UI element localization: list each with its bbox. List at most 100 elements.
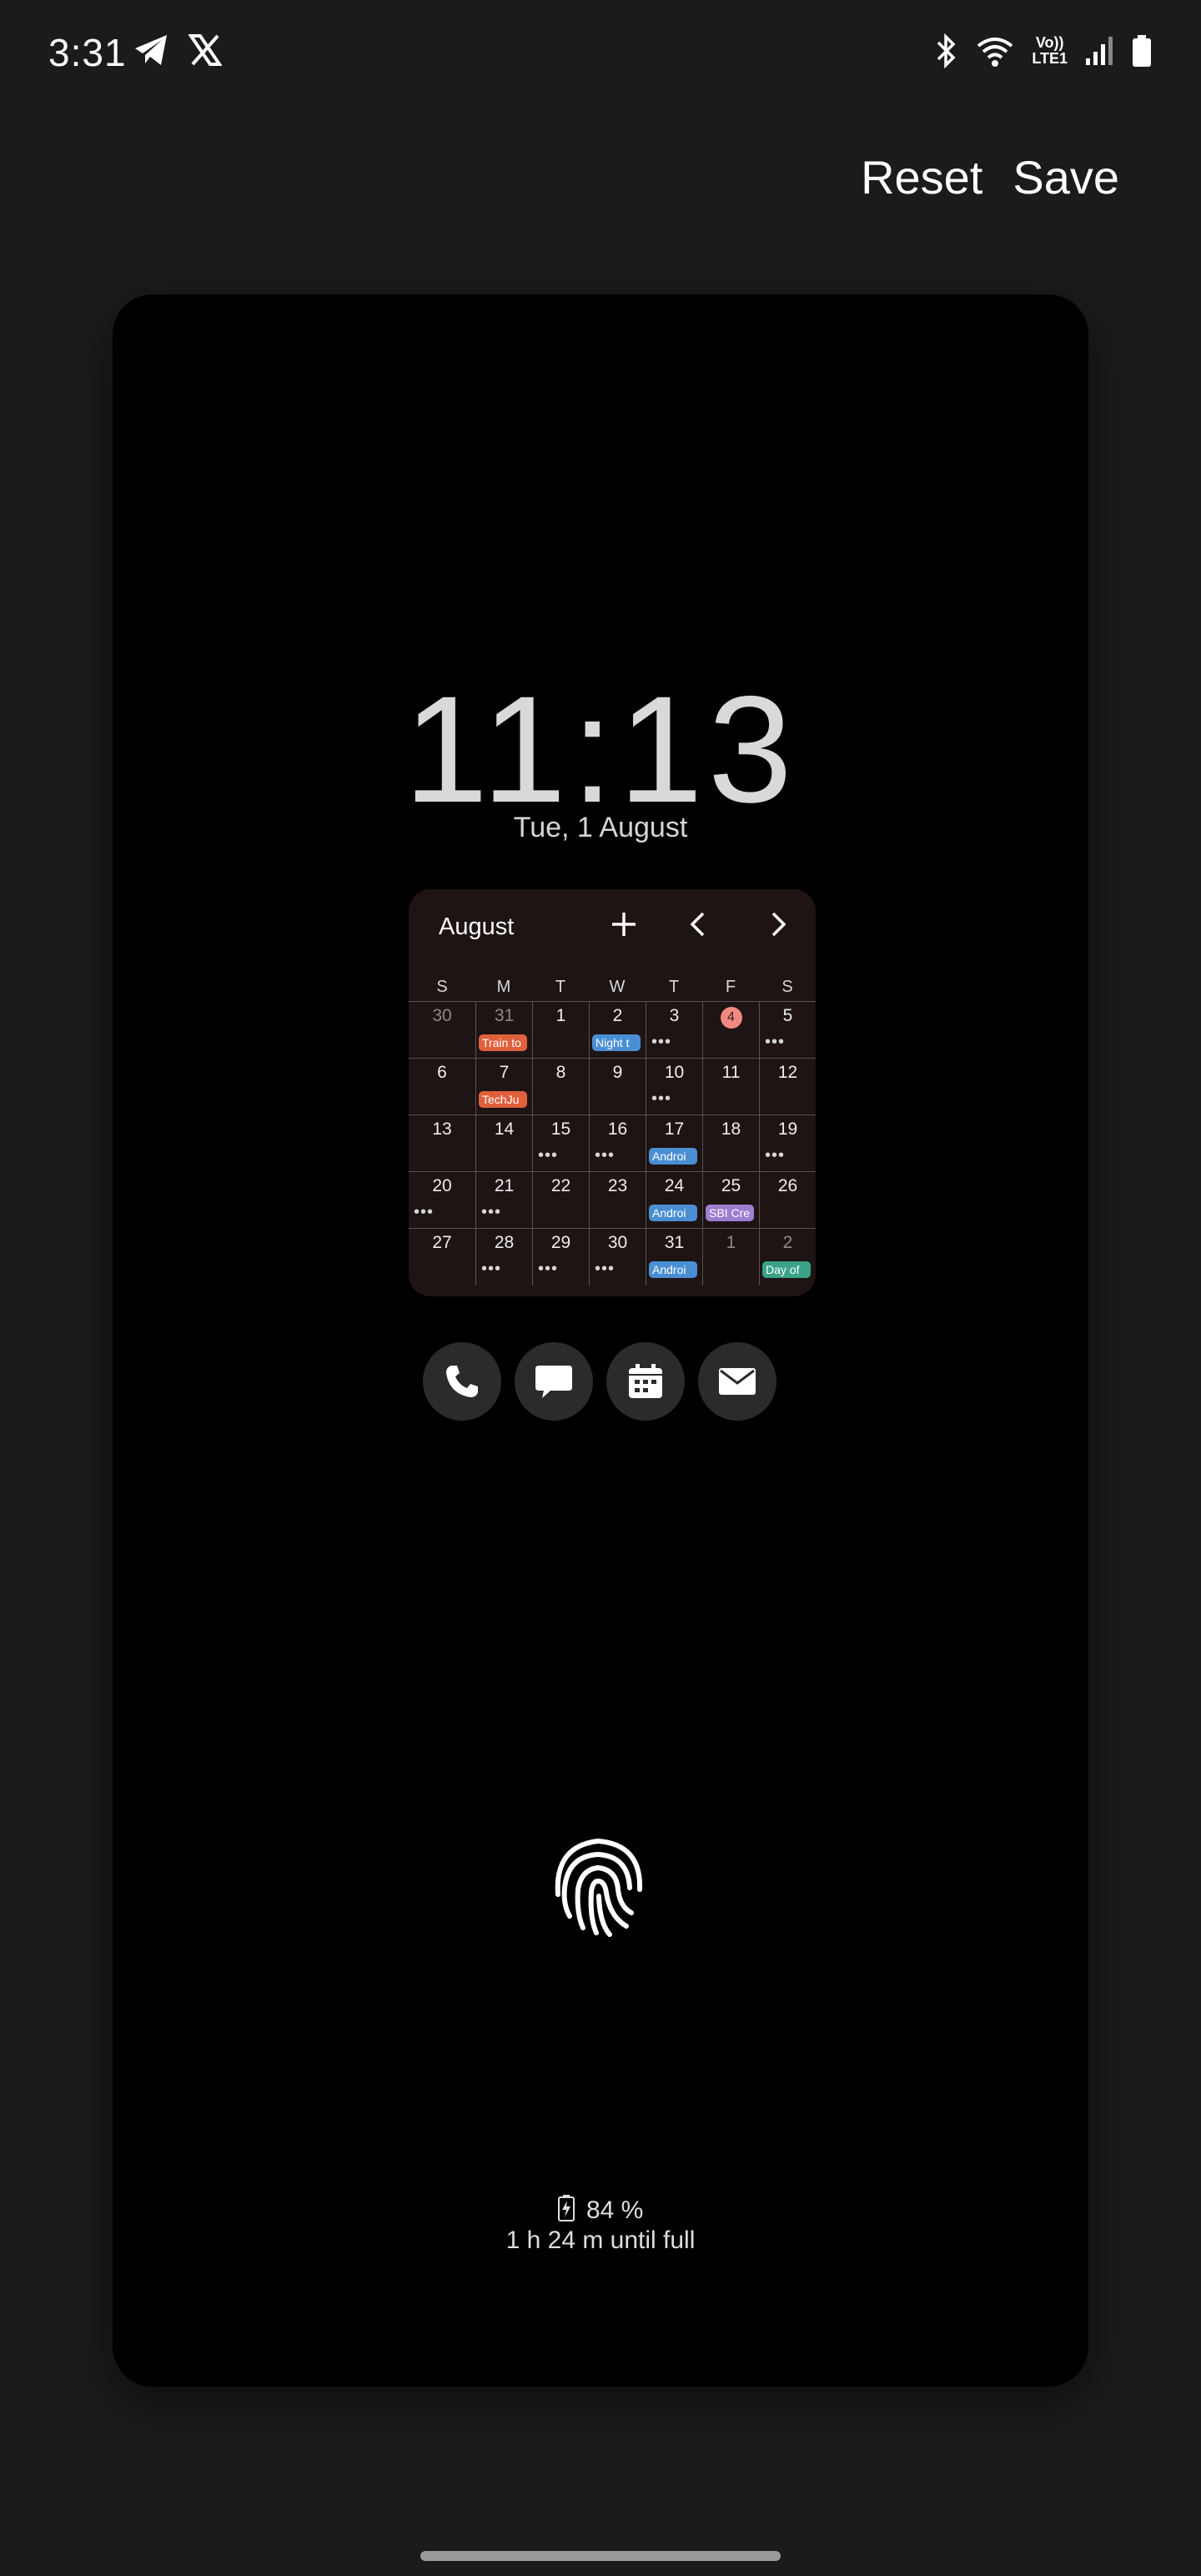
x-icon: [188, 33, 222, 67]
calendar-day-cell[interactable]: 21 •••: [475, 1172, 532, 1229]
calendar-day-cell[interactable]: 30: [409, 1002, 475, 1059]
day-number: 12: [777, 1063, 798, 1082]
calendar-day-cell[interactable]: 12: [759, 1059, 816, 1115]
more-events-indicator: •••: [595, 1146, 616, 1165]
day-number: 20: [432, 1176, 452, 1195]
home-indicator[interactable]: [420, 2551, 781, 2561]
chevron-right-icon[interactable]: [761, 908, 794, 941]
reset-button[interactable]: Reset: [861, 150, 982, 204]
calendar-day-cell[interactable]: 31 Androi: [646, 1229, 702, 1285]
calendar-day-cell[interactable]: 15 •••: [532, 1115, 589, 1172]
chevron-left-icon[interactable]: [682, 908, 716, 941]
calendar-day-cell[interactable]: 5 •••: [759, 1002, 816, 1059]
day-number: 2: [782, 1233, 793, 1252]
calendar-day-cell[interactable]: 19 •••: [759, 1115, 816, 1172]
day-number: 6: [437, 1063, 447, 1082]
day-number: 26: [777, 1176, 798, 1195]
date-label: Tue, 1 August: [513, 812, 688, 843]
day-number: 21: [494, 1176, 515, 1195]
calendar-day-cell[interactable]: 6: [409, 1059, 475, 1115]
day-number: 31: [494, 1006, 515, 1025]
day-number: 24: [664, 1176, 685, 1195]
battery-charge-time: 1 h 24 m until full: [505, 2226, 696, 2254]
calendar-day-cell[interactable]: 2 Night t: [589, 1002, 646, 1059]
calendar-day-cell[interactable]: 17 Androi: [646, 1115, 702, 1172]
day-number: 1: [555, 1006, 566, 1025]
calendar-day-cell[interactable]: 1: [702, 1229, 759, 1285]
calendar-day-cell[interactable]: 13: [409, 1115, 475, 1172]
day-number: 29: [550, 1233, 571, 1252]
day-number: 11: [721, 1063, 741, 1082]
volte-top-label: Vo)): [1035, 34, 1064, 51]
calendar-day-cell[interactable]: 3 •••: [646, 1002, 702, 1059]
telegram-icon: [133, 33, 170, 67]
event-chip[interactable]: TechJu: [479, 1091, 527, 1108]
event-chip[interactable]: Night t: [592, 1034, 641, 1051]
day-number: 15: [550, 1119, 571, 1139]
calendar-day-cell[interactable]: 2 Day of: [759, 1229, 816, 1285]
calendar-day-cell[interactable]: 28 •••: [475, 1229, 532, 1285]
more-events-indicator: •••: [651, 1089, 672, 1108]
day-number: 22: [550, 1176, 571, 1195]
wifi-icon: [975, 34, 1015, 68]
calendar-widget[interactable]: August SMTWTFS 30 31 Train to 1 2 Night t 3 •••…: [409, 889, 816, 1296]
event-chip[interactable]: SBI Cre: [706, 1205, 754, 1221]
event-chip[interactable]: Androi: [649, 1148, 697, 1165]
day-number: 1: [726, 1233, 736, 1252]
calendar-day-cell[interactable]: 31 Train to: [475, 1002, 532, 1059]
calendar-day-cell[interactable]: 24 Androi: [646, 1172, 702, 1229]
calendar-day-cell[interactable]: 23: [589, 1172, 646, 1229]
messages-icon[interactable]: [515, 1342, 593, 1421]
more-events-indicator: •••: [765, 1146, 786, 1165]
calendar-day-cell[interactable]: 4: [702, 1002, 759, 1059]
calendar-day-cell[interactable]: 11: [702, 1059, 759, 1115]
calendar-day-cell[interactable]: 26: [759, 1172, 816, 1229]
calendar-day-cell[interactable]: 29 •••: [532, 1229, 589, 1285]
calendar-grid: 30 31 Train to 1 2 Night t 3 ••• 4 5 ••• 6 7 TechJu 8 9…: [409, 1001, 816, 1296]
event-chip[interactable]: Androi: [649, 1261, 697, 1278]
calendar-weekdays: SMTWTFS: [409, 978, 816, 1001]
status-bar: 3:31 Vo)) LTE1: [0, 0, 1201, 108]
calendar-week-row: 13 14 15 ••• 16 ••• 17 Androi 18 19 •••: [409, 1114, 816, 1172]
more-events-indicator: •••: [538, 1260, 559, 1278]
day-number: 16: [607, 1119, 628, 1139]
event-chip[interactable]: Train to: [479, 1034, 527, 1051]
add-event-icon[interactable]: [607, 908, 641, 941]
weekday-label: S: [781, 978, 793, 996]
calendar-day-cell[interactable]: 30 •••: [589, 1229, 646, 1285]
battery-icon: [1131, 34, 1153, 68]
volte-icon: Vo)) LTE1: [1032, 35, 1068, 67]
email-icon[interactable]: [698, 1342, 776, 1421]
weekday-label: M: [496, 978, 511, 996]
lock-screen-preview: 11:13 Tue, 1 August August SMTWTFS 30 31 T…: [113, 294, 1088, 2387]
calendar-day-cell[interactable]: 20 •••: [409, 1172, 475, 1229]
calendar-day-cell[interactable]: 8: [532, 1059, 589, 1115]
clock[interactable]: 11:13: [113, 662, 1088, 837]
calendar-day-cell[interactable]: 10 •••: [646, 1059, 702, 1115]
event-chip[interactable]: Androi: [649, 1205, 697, 1221]
weekday-label: T: [668, 978, 680, 996]
calendar-day-cell[interactable]: 27: [409, 1229, 475, 1285]
day-number: 8: [555, 1063, 566, 1082]
calendar-week-row: 27 28 ••• 29 ••• 30 ••• 31 Androi 1 2 Day of: [409, 1228, 816, 1285]
save-button[interactable]: Save: [1013, 150, 1119, 204]
phone-icon[interactable]: [423, 1342, 501, 1421]
event-chip[interactable]: Day of: [762, 1261, 811, 1278]
volte-bottom-label: LTE1: [1032, 50, 1068, 67]
more-events-indicator: •••: [595, 1260, 616, 1278]
calendar-day-cell[interactable]: 1: [532, 1002, 589, 1059]
day-number: 14: [494, 1119, 515, 1139]
calendar-day-cell[interactable]: 14: [475, 1115, 532, 1172]
status-notification-icons: [133, 33, 222, 67]
day-number: 31: [664, 1233, 685, 1252]
day-number: 3: [669, 1006, 680, 1025]
status-time: 3:31: [48, 31, 127, 74]
calendar-day-cell[interactable]: 25 SBI Cre: [702, 1172, 759, 1229]
calendar-day-cell[interactable]: 7 TechJu: [475, 1059, 532, 1115]
calendar-icon[interactable]: [606, 1342, 685, 1421]
calendar-day-cell[interactable]: 16 •••: [589, 1115, 646, 1172]
fingerprint-icon[interactable]: [540, 1829, 656, 1946]
calendar-day-cell[interactable]: 22: [532, 1172, 589, 1229]
calendar-day-cell[interactable]: 9: [589, 1059, 646, 1115]
calendar-day-cell[interactable]: 18: [702, 1115, 759, 1172]
